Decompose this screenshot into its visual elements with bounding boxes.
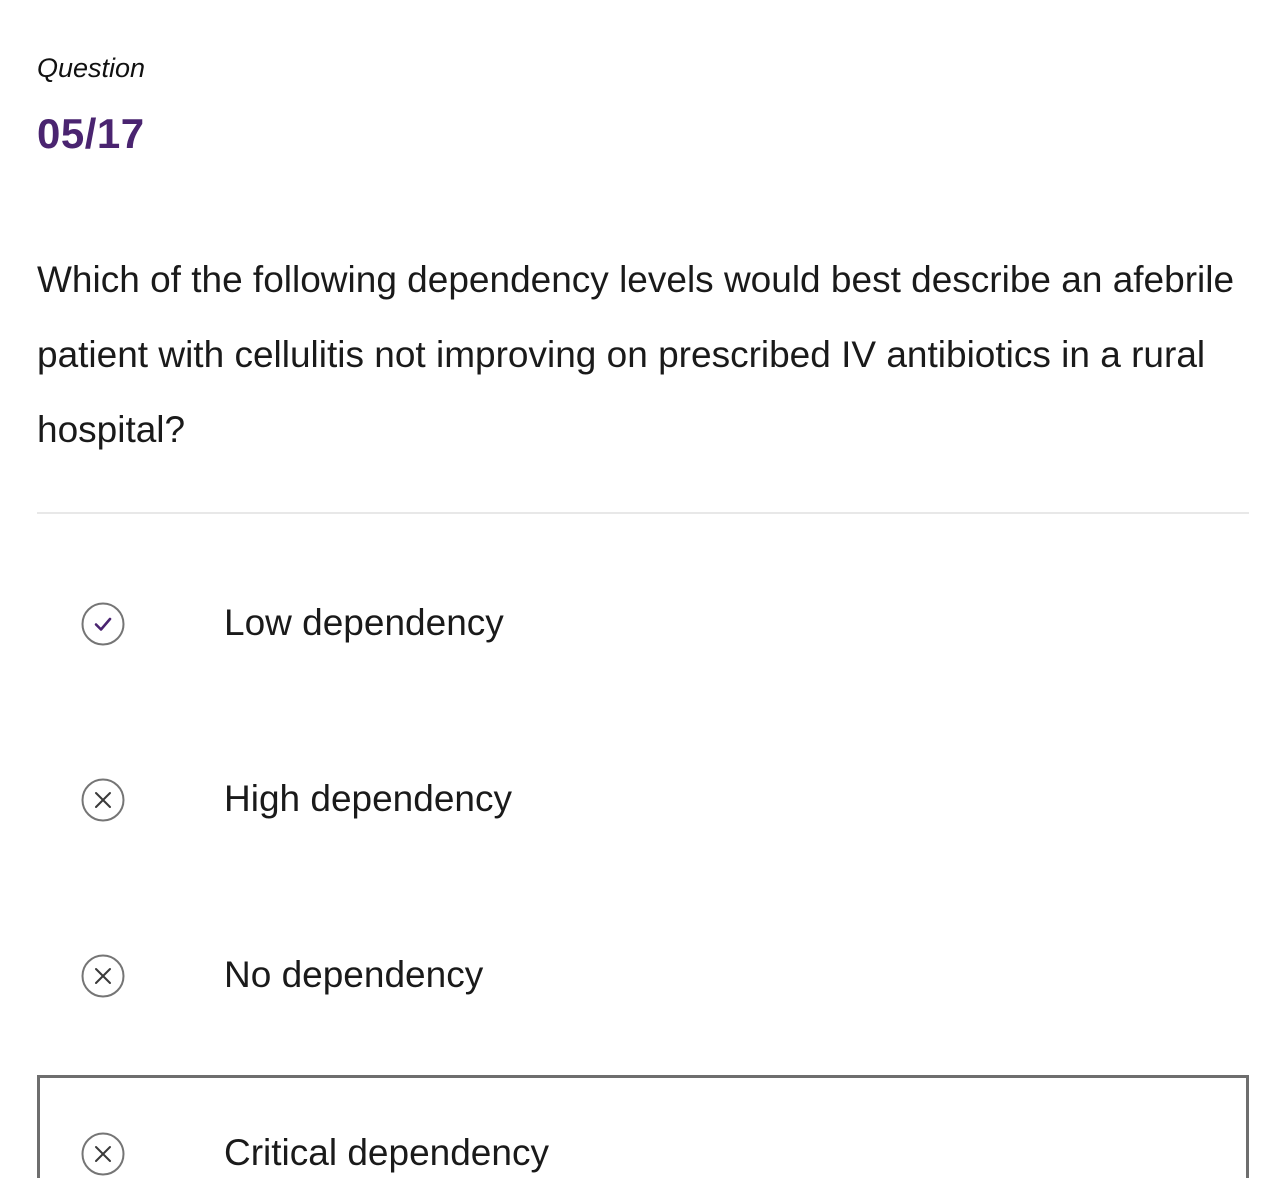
- question-counter: 05/17: [37, 110, 145, 157]
- answer-option-no-dependency[interactable]: No dependency: [37, 888, 1249, 1064]
- answer-option-high-dependency[interactable]: High dependency: [37, 712, 1249, 888]
- x-circle-icon: [81, 954, 125, 998]
- answer-option-critical-dependency[interactable]: Critical dependency: [37, 1075, 1249, 1178]
- answer-option-label: Critical dependency: [224, 1132, 549, 1173]
- answer-option-low-dependency[interactable]: Low dependency: [37, 536, 1249, 712]
- question-header-label: Question: [37, 53, 146, 83]
- check-circle-icon: [81, 602, 125, 646]
- x-circle-icon: [81, 1132, 125, 1176]
- question-text: Which of the following dependency levels…: [37, 259, 1235, 450]
- divider: [37, 512, 1249, 514]
- answer-option-label: No dependency: [224, 954, 484, 995]
- answer-option-label: High dependency: [224, 778, 512, 819]
- x-circle-icon: [81, 778, 125, 822]
- answer-option-label: Low dependency: [224, 602, 504, 643]
